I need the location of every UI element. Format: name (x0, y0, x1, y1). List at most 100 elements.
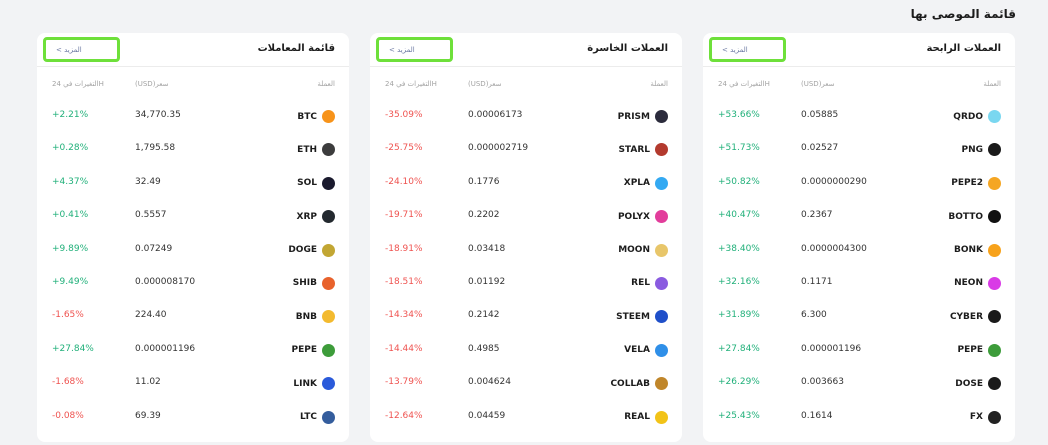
panel-title: العملات الرابحة (926, 43, 1001, 54)
col-change-header: التغيرات في 24H (385, 80, 437, 88)
table-row[interactable]: +50.82% 0.0000000290 PEPE2 (703, 166, 1015, 199)
coin-symbol: POLYX (617, 211, 650, 222)
col-price-header: (USD)سعر (801, 80, 835, 88)
coin-cell[interactable]: BTC (297, 110, 335, 123)
change-value: +31.89% (718, 310, 760, 321)
coin-symbol: REAL (624, 412, 650, 423)
table-row[interactable]: +26.29% 0.003663 DOSE (703, 366, 1015, 399)
table-row[interactable]: +40.47% 0.2367 BOTTO (703, 199, 1015, 232)
coin-cell[interactable]: BNB (296, 310, 335, 324)
png-icon (988, 143, 1001, 157)
coin-cell[interactable]: XRP (296, 210, 335, 224)
coin-symbol: MOON (618, 245, 650, 256)
more-button[interactable]: < المزيد (709, 37, 786, 62)
table-row[interactable]: -25.75% 0.000002719 STARL (370, 132, 682, 165)
coin-cell[interactable]: COLLAB (610, 377, 668, 391)
table-row[interactable]: +9.49% 0.000008170 SHIB (37, 266, 349, 299)
coin-cell[interactable]: ETH (297, 143, 335, 157)
price-value: 0.000002719 (468, 143, 529, 154)
coin-cell[interactable]: BONK (954, 243, 1001, 257)
xpla-icon (655, 176, 668, 190)
table-row[interactable]: +0.41% 0.5557 XRP (37, 199, 349, 232)
coin-cell[interactable]: PRISM (618, 110, 668, 123)
table-row[interactable]: -14.44% 0.4985 VELA (370, 333, 682, 366)
table-row[interactable]: +9.89% 0.07249 DOGE (37, 233, 349, 266)
more-button[interactable]: < المزيد (43, 37, 120, 62)
table-row[interactable]: -35.09% 0.00006173 PRISM (370, 99, 682, 132)
price-value: 0.5557 (135, 210, 167, 221)
rel-icon (655, 276, 668, 290)
table-row[interactable]: -12.64% 0.04459 REAL (370, 400, 682, 433)
coin-cell[interactable]: REAL (624, 410, 668, 424)
table-row[interactable]: +31.89% 6.300 CYBER (703, 299, 1015, 332)
coin-cell[interactable]: DOGE (288, 243, 335, 257)
price-value: 0.000001196 (135, 343, 196, 354)
more-label: < المزيد (722, 45, 748, 54)
table-row[interactable]: -1.68% 11.02 LINK (37, 366, 349, 399)
table-row[interactable]: -0.08% 69.39 LTC (37, 400, 349, 433)
collab-icon (655, 377, 668, 391)
table-row[interactable]: -19.71% 0.2202 POLYX (370, 199, 682, 232)
coin-cell[interactable]: STARL (618, 143, 668, 157)
coin-cell[interactable]: SOL (297, 176, 335, 190)
column-header-row: التغيرات في 24H (USD)سعر العملة (703, 67, 1015, 99)
table-row[interactable]: -18.91% 0.03418 MOON (370, 233, 682, 266)
price-value: 0.0000004300 (801, 243, 867, 254)
coin-cell[interactable]: QRDO (953, 110, 1001, 123)
col-change-header: التغيرات في 24H (718, 80, 770, 88)
table-row[interactable]: +53.66% 0.05885 QRDO (703, 99, 1015, 132)
change-value: -19.71% (385, 210, 423, 221)
table-row[interactable]: +27.84% 0.000001196 PEPE (37, 333, 349, 366)
table-row[interactable]: -18.51% 0.01192 REL (370, 266, 682, 299)
coin-cell[interactable]: VELA (624, 343, 668, 357)
coin-cell[interactable]: PEPE (292, 343, 335, 357)
doge-icon (322, 243, 335, 257)
table-row[interactable]: +4.37% 32.49 SOL (37, 166, 349, 199)
coin-cell[interactable]: LTC (300, 410, 335, 424)
table-row[interactable]: +2.21% 34,770.35 BTC (37, 99, 349, 132)
table-row[interactable]: +27.84% 0.000001196 PEPE (703, 333, 1015, 366)
coin-cell[interactable]: POLYX (617, 210, 668, 224)
table-row[interactable]: +51.73% 0.02527 PNG (703, 132, 1015, 165)
more-label: < المزيد (56, 45, 82, 54)
coin-cell[interactable]: FX (970, 410, 1001, 424)
change-value: -0.08% (52, 410, 84, 421)
coin-cell[interactable]: LINK (293, 377, 335, 391)
price-value: 0.0000000290 (801, 176, 867, 187)
change-value: -18.91% (385, 243, 423, 254)
btc-icon (322, 110, 335, 123)
coin-cell[interactable]: SHIB (293, 276, 335, 290)
price-value: 0.004624 (468, 377, 511, 388)
coin-symbol: XRP (296, 211, 317, 222)
col-price-header: (USD)سعر (468, 80, 502, 88)
coin-cell[interactable]: BOTTO (948, 210, 1001, 224)
coin-cell[interactable]: PEPE (958, 343, 1001, 357)
more-button[interactable]: < المزيد (376, 37, 453, 62)
change-value: -18.51% (385, 276, 423, 287)
qrdo-icon (988, 110, 1001, 123)
change-value: +50.82% (718, 176, 760, 187)
price-value: 0.2202 (468, 210, 500, 221)
botto-icon (988, 210, 1001, 224)
coin-cell[interactable]: XPLA (624, 176, 668, 190)
price-value: 0.04459 (468, 410, 506, 421)
coin-cell[interactable]: PNG (961, 143, 1001, 157)
coin-cell[interactable]: CYBER (950, 310, 1001, 324)
table-row[interactable]: +32.16% 0.1171 NEON (703, 266, 1015, 299)
coin-cell[interactable]: MOON (618, 243, 668, 257)
table-row[interactable]: +38.40% 0.0000004300 BONK (703, 233, 1015, 266)
table-row[interactable]: +25.43% 0.1614 FX (703, 400, 1015, 433)
price-value: 0.000008170 (135, 276, 196, 287)
table-row[interactable]: -14.34% 0.2142 STEEM (370, 299, 682, 332)
table-row[interactable]: +0.28% 1,795.58 ETH (37, 132, 349, 165)
table-row[interactable]: -1.65% 224.40 BNB (37, 299, 349, 332)
table-row[interactable]: -13.79% 0.004624 COLLAB (370, 366, 682, 399)
coin-cell[interactable]: REL (631, 276, 668, 290)
coin-cell[interactable]: DOSE (955, 377, 1001, 391)
coin-cell[interactable]: STEEM (616, 310, 668, 324)
eth-icon (322, 143, 335, 157)
table-row[interactable]: -24.10% 0.1776 XPLA (370, 166, 682, 199)
change-value: +40.47% (718, 210, 760, 221)
coin-cell[interactable]: NEON (954, 276, 1001, 290)
coin-cell[interactable]: PEPE2 (951, 176, 1001, 190)
